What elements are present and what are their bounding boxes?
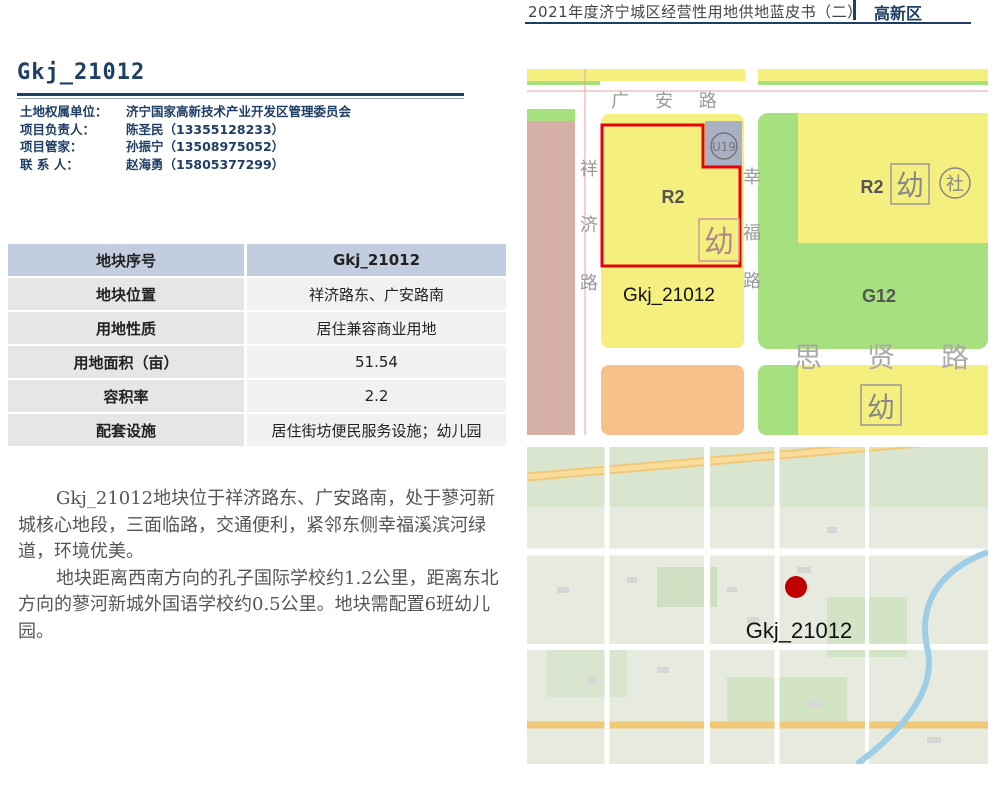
table-header-row: 地块序号 Gkj_21012	[8, 244, 506, 278]
road-label-sixian: 路	[941, 341, 969, 374]
location-map-parcel-label: Gkj_21012	[746, 618, 852, 643]
road-label-xiangji: 祥	[580, 159, 598, 180]
header-rule	[525, 22, 971, 24]
road-label-xingfu: 幸	[743, 167, 761, 188]
contact-row-person: 联 系 人： 赵海勇（15805377299）	[20, 156, 351, 174]
road-label-sixian: 思	[794, 341, 822, 374]
row-label: 用地性质	[8, 312, 247, 346]
header-region: 高新区	[874, 4, 923, 23]
row-label: 用地面积（亩）	[8, 346, 247, 380]
land-use-plan-map: U19 R2 幼 Gkj_21012 R2 幼 社 G12 幼 广 安 路 祥 …	[527, 69, 988, 435]
table-row: 用地面积（亩） 51.54	[8, 346, 506, 380]
contact-label: 土地权属单位：	[20, 104, 108, 119]
row-label: 容积率	[8, 380, 247, 414]
table-header-value: Gkj_21012	[247, 244, 506, 278]
location-map: Gkj_21012	[527, 447, 988, 764]
contact-value: 陈圣民（13355128233）	[126, 121, 285, 137]
description-paragraph: 地块距离西南方向的孔子国际学校约1.2公里，距离东北方向的蓼河新城外国语学校约0…	[18, 567, 499, 642]
header-title: 2021年度济宁城区经营性用地供地蓝皮书（二）	[528, 3, 863, 21]
table-row: 地块位置 祥济路东、广安路南	[8, 278, 506, 312]
table-row: 配套设施 居住街坊便民服务设施；幼儿园	[8, 414, 506, 448]
parcel-info-table: 地块序号 Gkj_21012 地块位置 祥济路东、广安路南 用地性质 居住兼容商…	[8, 244, 506, 448]
road-label-xiangji: 路	[580, 273, 598, 294]
contact-value: 孙振宁（13508975052）	[126, 139, 285, 154]
kindergarten-icon: 幼	[867, 391, 895, 424]
contact-row-steward: 项目管家： 孙振宁（13508975052）	[20, 138, 351, 156]
row-value: 祥济路东、广安路南	[247, 278, 506, 312]
row-value: 居住兼容商业用地	[247, 312, 506, 346]
row-label: 配套设施	[8, 414, 247, 448]
kindergarten-icon: 幼	[896, 169, 924, 202]
contact-label: 项目管家：	[20, 139, 83, 154]
r2-left-label: R2	[661, 187, 684, 207]
r2-right-label: R2	[860, 177, 883, 197]
parcel-location-marker	[785, 576, 807, 598]
road-label-xingfu: 路	[743, 271, 761, 292]
g12-label: G12	[862, 286, 896, 306]
contact-value: 赵海勇（15805377299）	[126, 156, 285, 172]
kindergarten-icon: 幼	[704, 225, 734, 260]
road-label-xingfu: 福	[743, 223, 761, 244]
contact-label: 联 系 人：	[20, 156, 79, 172]
parcel-description: Gkj_21012地块位于祥济路东、广安路南，处于蓼河新城核心地段，三面临路，交…	[18, 486, 508, 645]
description-paragraph: Gkj_21012地块位于祥济路东、广安路南，处于蓼河新城核心地段，三面临路，交…	[18, 488, 496, 562]
row-value: 51.54	[247, 346, 506, 380]
contact-row-manager: 项目负责人： 陈圣民（13355128233）	[20, 121, 351, 139]
table-row: 容积率 2.2	[8, 380, 506, 414]
row-label: 地块位置	[8, 278, 247, 312]
parcel-code-map-label: Gkj_21012	[623, 285, 715, 306]
contact-block: 土地权属单位： 济宁国家高新技术产业开发区管理委员会 项目负责人： 陈圣民（1335…	[20, 103, 351, 173]
table-row: 用地性质 居住兼容商业用地	[8, 312, 506, 346]
parcel-code-title: Gkj_21012	[17, 60, 146, 85]
contact-row-owner: 土地权属单位： 济宁国家高新技术产业开发区管理委员会	[20, 103, 351, 121]
road-label-guangan: 广 安 路	[611, 91, 726, 112]
road-label-xiangji: 济	[580, 215, 598, 236]
community-icon: 社	[946, 174, 964, 195]
contact-value: 济宁国家高新技术产业开发区管理委员会	[126, 104, 352, 119]
table-header-label: 地块序号	[8, 244, 247, 278]
road-label-sixian: 贤	[867, 341, 895, 374]
contact-label: 项目负责人：	[20, 121, 96, 137]
u19-label: U19	[712, 140, 736, 154]
title-rule-thin	[17, 98, 464, 99]
title-rule	[17, 93, 464, 96]
row-value: 居住街坊便民服务设施；幼儿园	[247, 414, 506, 448]
row-value: 2.2	[247, 380, 506, 414]
header-divider	[853, 0, 856, 20]
